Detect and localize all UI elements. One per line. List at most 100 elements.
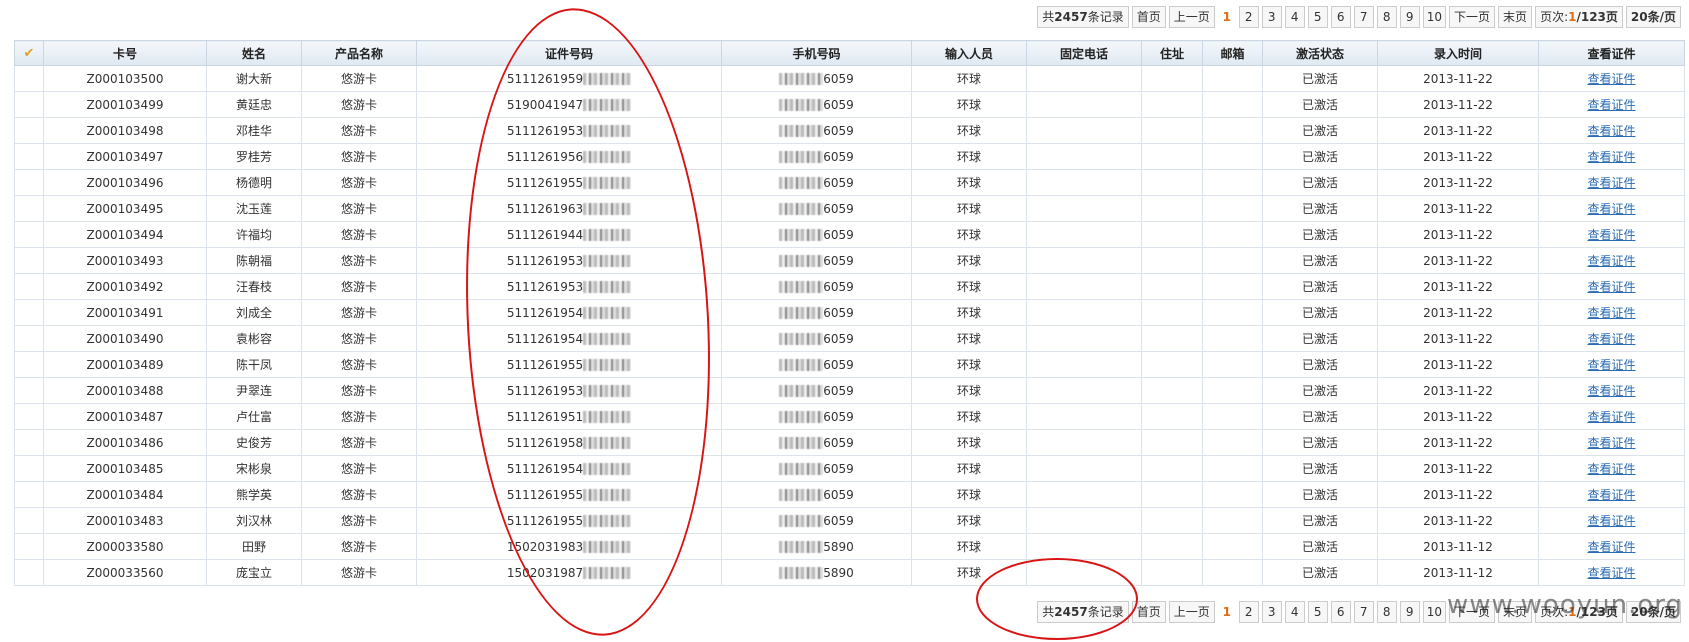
table-row[interactable]: Z000103483 刘汉林 悠游卡 5111261955 6059 环球 已激活 2013-… bbox=[14, 507, 1685, 534]
pager-page-1[interactable]: 1 bbox=[1218, 7, 1236, 27]
row-checkbox-cell[interactable] bbox=[14, 429, 44, 456]
cell-phone: 6059 bbox=[721, 377, 912, 404]
table-row[interactable]: Z000103499 黄廷忠 悠游卡 5190041947 6059 环球 已激活 2013-… bbox=[14, 91, 1685, 118]
view-id-link[interactable]: 查看证件 bbox=[1538, 429, 1685, 456]
row-checkbox-cell[interactable] bbox=[14, 195, 44, 222]
view-id-link[interactable]: 查看证件 bbox=[1538, 507, 1685, 534]
table-row[interactable]: Z000103491 刘成全 悠游卡 5111261954 6059 环球 已激活 2013-… bbox=[14, 299, 1685, 326]
pager-page-1[interactable]: 1 bbox=[1218, 602, 1236, 622]
pager-first-button[interactable]: 首页 bbox=[1131, 601, 1166, 623]
pager-page-7[interactable]: 7 bbox=[1353, 6, 1374, 28]
pager-page-8[interactable]: 8 bbox=[1376, 601, 1397, 623]
pager-next-button[interactable]: 下一页 bbox=[1449, 6, 1496, 28]
pager-next-button[interactable]: 下一页 bbox=[1449, 601, 1496, 623]
table-row[interactable]: Z000103498 邓桂华 悠游卡 5111261953 6059 环球 已激活 2013-… bbox=[14, 117, 1685, 144]
pager-page-3[interactable]: 3 bbox=[1261, 6, 1282, 28]
view-id-link[interactable]: 查看证件 bbox=[1538, 481, 1685, 508]
row-checkbox-cell[interactable] bbox=[14, 481, 44, 508]
pager-page-5[interactable]: 5 bbox=[1307, 601, 1328, 623]
pager-page-6[interactable]: 6 bbox=[1330, 6, 1351, 28]
row-checkbox-cell[interactable] bbox=[14, 65, 44, 92]
view-id-link[interactable]: 查看证件 bbox=[1538, 91, 1685, 118]
cell-email bbox=[1202, 377, 1263, 404]
table-row[interactable]: Z000103490 袁彬容 悠游卡 5111261954 6059 环球 已激活 2013-… bbox=[14, 325, 1685, 352]
pager-page-2[interactable]: 2 bbox=[1238, 601, 1259, 623]
pager-last-button[interactable]: 末页 bbox=[1498, 6, 1533, 28]
pager-page-2[interactable]: 2 bbox=[1238, 6, 1259, 28]
pager-page-8[interactable]: 8 bbox=[1376, 6, 1397, 28]
row-checkbox-cell[interactable] bbox=[14, 325, 44, 352]
row-checkbox-cell[interactable] bbox=[14, 117, 44, 144]
id-number-visible: 5111261954 bbox=[506, 461, 584, 476]
view-id-link[interactable]: 查看证件 bbox=[1538, 195, 1685, 222]
row-checkbox-cell[interactable] bbox=[14, 169, 44, 196]
cell-product: 悠游卡 bbox=[301, 507, 417, 534]
pager-page-5[interactable]: 5 bbox=[1307, 6, 1328, 28]
table-row[interactable]: Z000103485 宋彬泉 悠游卡 5111261954 6059 环球 已激活 2013-… bbox=[14, 455, 1685, 482]
view-id-link[interactable]: 查看证件 bbox=[1538, 403, 1685, 430]
row-checkbox-cell[interactable] bbox=[14, 533, 44, 560]
pager-page-3[interactable]: 3 bbox=[1261, 601, 1282, 623]
table-row[interactable]: Z000033560 庞宝立 悠游卡 1502031987 5890 环球 已激活 2013-… bbox=[14, 559, 1685, 586]
view-id-link[interactable]: 查看证件 bbox=[1538, 143, 1685, 170]
view-id-link[interactable]: 查看证件 bbox=[1538, 65, 1685, 92]
view-id-link[interactable]: 查看证件 bbox=[1538, 559, 1685, 586]
view-id-link[interactable]: 查看证件 bbox=[1538, 299, 1685, 326]
view-id-link[interactable]: 查看证件 bbox=[1538, 169, 1685, 196]
row-checkbox-cell[interactable] bbox=[14, 221, 44, 248]
view-id-link[interactable]: 查看证件 bbox=[1538, 221, 1685, 248]
row-checkbox-cell[interactable] bbox=[14, 247, 44, 274]
row-checkbox-cell[interactable] bbox=[14, 559, 44, 586]
row-checkbox-cell[interactable] bbox=[14, 273, 44, 300]
table-row[interactable]: Z000103487 卢仕富 悠游卡 5111261951 6059 环球 已激活 2013-… bbox=[14, 403, 1685, 430]
view-id-link[interactable]: 查看证件 bbox=[1538, 351, 1685, 378]
view-id-link[interactable]: 查看证件 bbox=[1538, 273, 1685, 300]
row-checkbox-cell[interactable] bbox=[14, 299, 44, 326]
row-checkbox-cell[interactable] bbox=[14, 455, 44, 482]
table-row[interactable]: Z000103486 史俊芳 悠游卡 5111261958 6059 环球 已激活 2013-… bbox=[14, 429, 1685, 456]
pager-page-info: 页次:1/123页 bbox=[1535, 6, 1623, 28]
row-checkbox-cell[interactable] bbox=[14, 351, 44, 378]
table-row[interactable]: Z000033580 田野 悠游卡 1502031983 5890 环球 已激活 2013-1… bbox=[14, 533, 1685, 560]
view-id-link[interactable]: 查看证件 bbox=[1538, 325, 1685, 352]
cell-id-number: 5111261953 bbox=[416, 377, 722, 404]
row-checkbox-cell[interactable] bbox=[14, 507, 44, 534]
pager-page-4[interactable]: 4 bbox=[1284, 601, 1305, 623]
select-all-checkbox[interactable]: ✔ bbox=[14, 40, 44, 66]
cell-operator: 环球 bbox=[911, 273, 1027, 300]
table-row[interactable]: Z000103496 杨德明 悠游卡 5111261955 6059 环球 已激活 2013-… bbox=[14, 169, 1685, 196]
pager-page-6[interactable]: 6 bbox=[1330, 601, 1351, 623]
row-checkbox-cell[interactable] bbox=[14, 91, 44, 118]
pager-first-button[interactable]: 首页 bbox=[1131, 6, 1166, 28]
table-row[interactable]: Z000103497 罗桂芳 悠游卡 5111261956 6059 环球 已激活 2013-… bbox=[14, 143, 1685, 170]
view-id-link[interactable]: 查看证件 bbox=[1538, 247, 1685, 274]
table-row[interactable]: Z000103495 沈玉莲 悠游卡 5111261963 6059 环球 已激活 2013-… bbox=[14, 195, 1685, 222]
table-row[interactable]: Z000103489 陈干凤 悠游卡 5111261955 6059 环球 已激活 2013-… bbox=[14, 351, 1685, 378]
view-id-link[interactable]: 查看证件 bbox=[1538, 377, 1685, 404]
pager-prev-button[interactable]: 上一页 bbox=[1168, 6, 1215, 28]
row-checkbox-cell[interactable] bbox=[14, 403, 44, 430]
pager-page-7[interactable]: 7 bbox=[1353, 601, 1374, 623]
table-row[interactable]: Z000103484 熊学英 悠游卡 5111261955 6059 环球 已激活 2013-… bbox=[14, 481, 1685, 508]
table-row[interactable]: Z000103494 许福均 悠游卡 5111261944 6059 环球 已激活 2013-… bbox=[14, 221, 1685, 248]
pager-last-button[interactable]: 末页 bbox=[1498, 601, 1533, 623]
row-checkbox-cell[interactable] bbox=[14, 143, 44, 170]
view-id-link[interactable]: 查看证件 bbox=[1538, 117, 1685, 144]
pager-page-9[interactable]: 9 bbox=[1399, 601, 1420, 623]
table-row[interactable]: Z000103488 尹翠连 悠游卡 5111261953 6059 环球 已激活 2013-… bbox=[14, 377, 1685, 404]
table-row[interactable]: Z000103493 陈朝福 悠游卡 5111261953 6059 环球 已激活 2013-… bbox=[14, 247, 1685, 274]
view-id-link[interactable]: 查看证件 bbox=[1538, 455, 1685, 482]
pager-page-10[interactable]: 10 bbox=[1422, 601, 1447, 623]
view-id-link[interactable]: 查看证件 bbox=[1538, 533, 1685, 560]
table-row[interactable]: Z000103500 谢大新 悠游卡 5111261959 6059 环球 已激活 2013-… bbox=[14, 65, 1685, 92]
table-row[interactable]: Z000103492 汪春枝 悠游卡 5111261953 6059 环球 已激活 2013-… bbox=[14, 273, 1685, 300]
pager-per-page[interactable]: 20条/页 bbox=[1625, 601, 1681, 623]
pager-page-10[interactable]: 10 bbox=[1422, 6, 1447, 28]
pager-per-page[interactable]: 20条/页 bbox=[1625, 6, 1681, 28]
pager-prev-button[interactable]: 上一页 bbox=[1168, 601, 1215, 623]
row-checkbox-cell[interactable] bbox=[14, 377, 44, 404]
pager-page-4[interactable]: 4 bbox=[1284, 6, 1305, 28]
pager-page-9[interactable]: 9 bbox=[1399, 6, 1420, 28]
cell-id-number: 5111261956 bbox=[416, 143, 722, 170]
id-number-mask bbox=[583, 151, 632, 163]
